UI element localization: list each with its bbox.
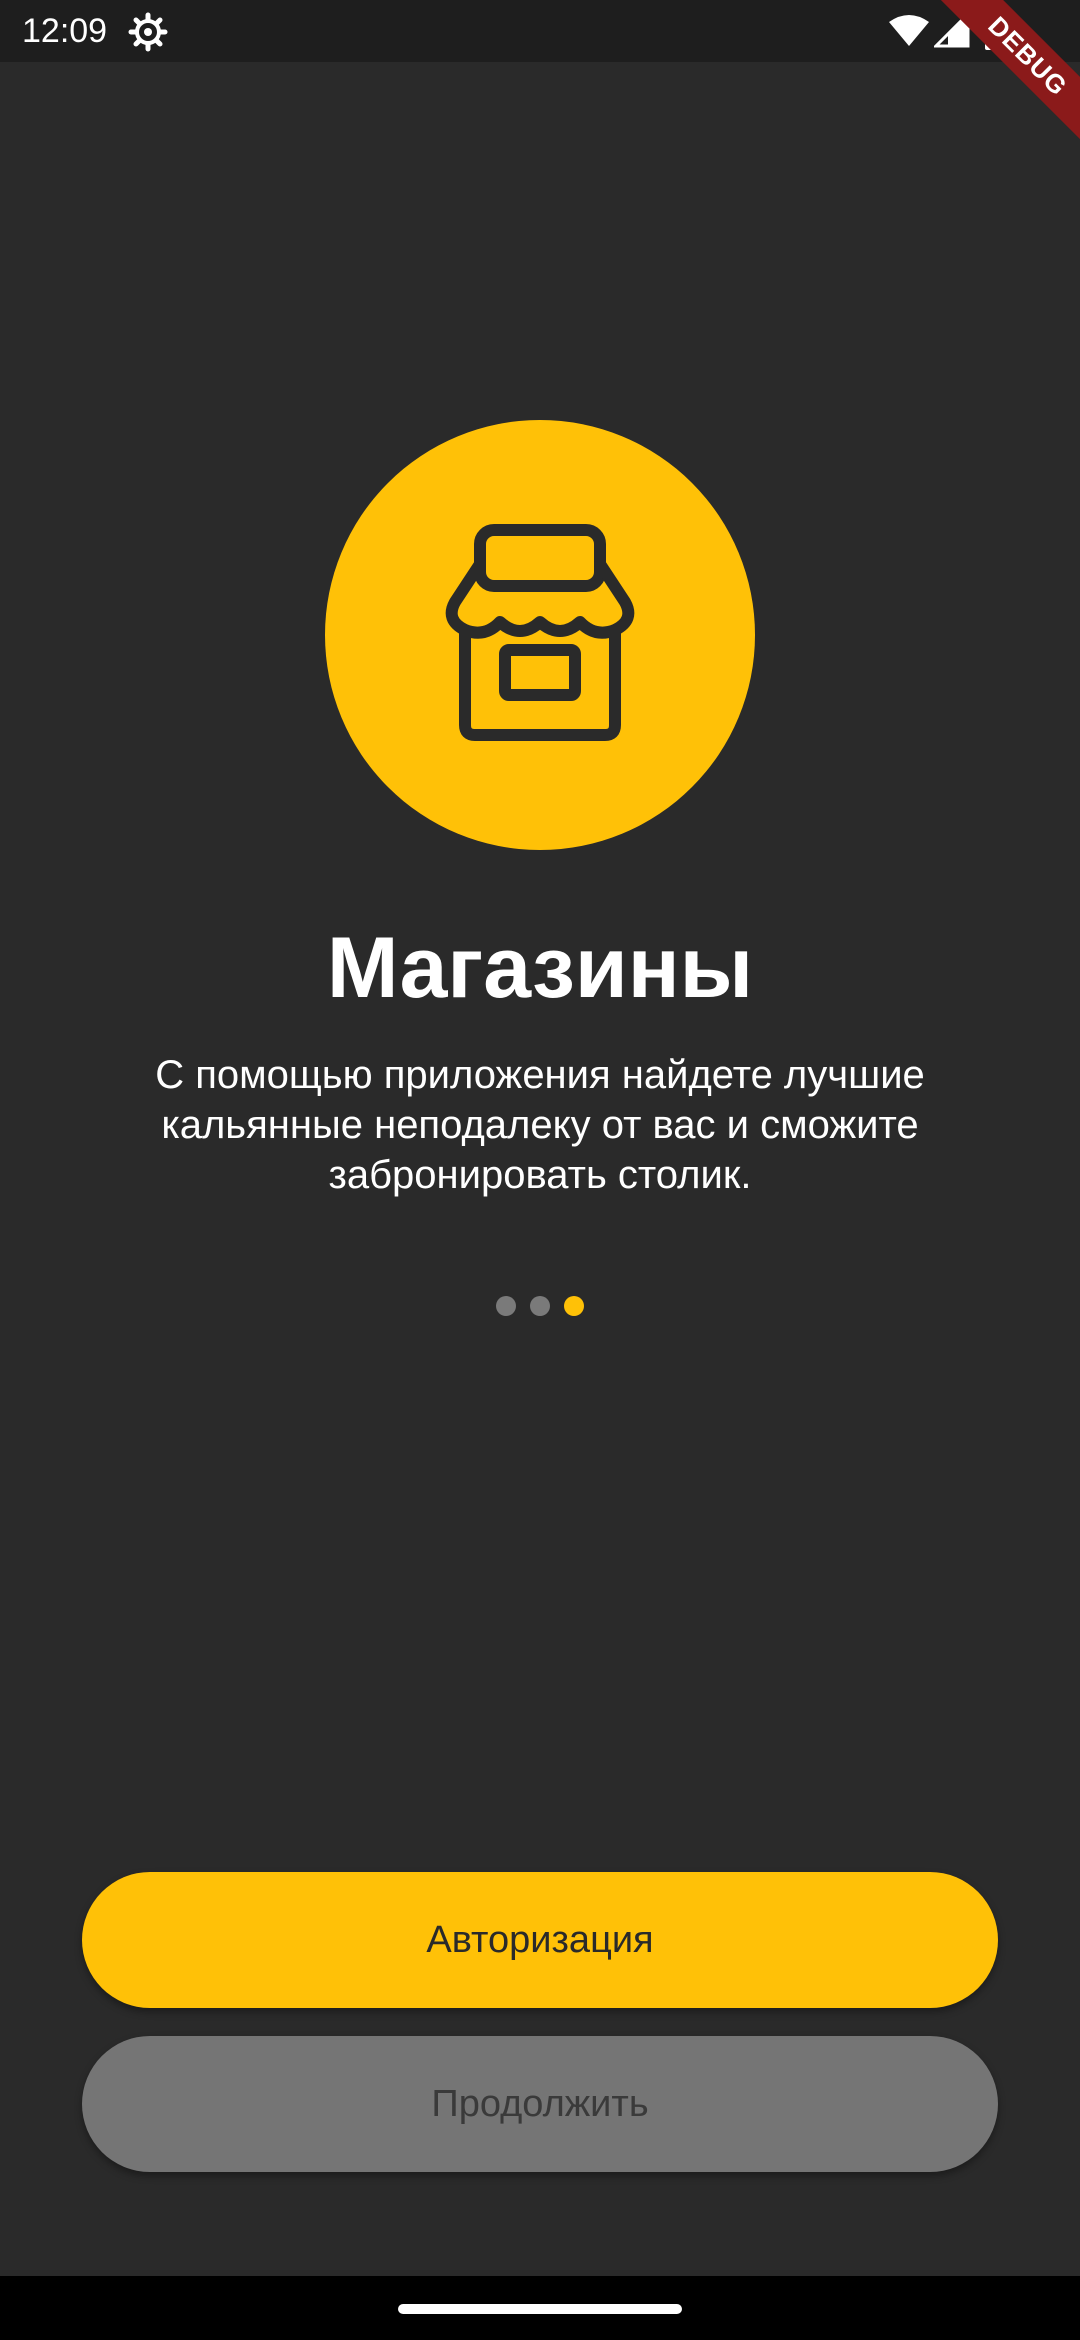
status-bar: 12:09 <box>0 0 1080 62</box>
home-gesture-handle[interactable] <box>398 2304 682 2314</box>
page-dot-1 <box>496 1296 516 1316</box>
auth-button[interactable]: Авторизация <box>82 1872 998 2008</box>
continue-button[interactable]: Продолжить <box>82 2036 998 2172</box>
page-title: Магазины <box>326 920 754 1016</box>
system-nav-bar <box>0 2276 1080 2340</box>
page-dot-2 <box>530 1296 550 1316</box>
status-time: 12:09 <box>22 12 108 50</box>
wifi-icon <box>888 14 930 48</box>
store-icon <box>445 524 635 741</box>
page-indicator <box>0 1296 1080 1318</box>
hero-icon-circle <box>325 420 755 850</box>
page-dot-3-active <box>564 1296 584 1316</box>
page-description: С помощью приложения найдете лучшие каль… <box>155 1053 925 1197</box>
onboarding-screen: 12:09 DEBUG Магазины С помощью приложени… <box>0 0 1080 2340</box>
settings-gear-icon <box>128 12 168 52</box>
